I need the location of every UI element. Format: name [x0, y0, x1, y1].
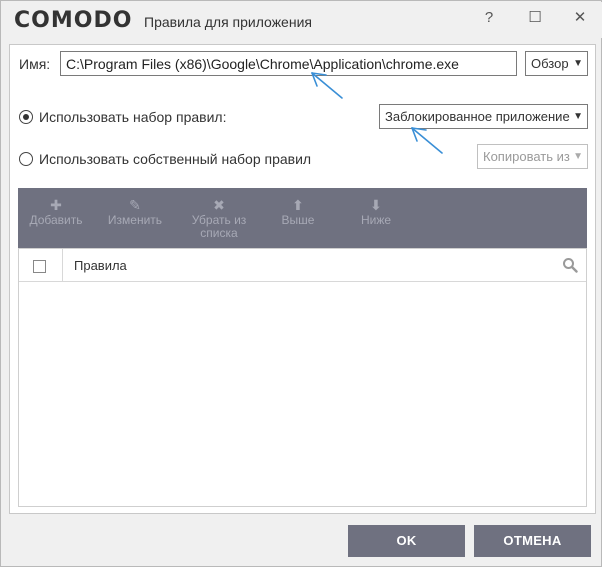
ruleset-dropdown[interactable]: Заблокированное приложение ▼	[379, 104, 588, 129]
grid-header: Правила	[19, 249, 586, 282]
copy-from-label: Копировать из	[483, 149, 570, 164]
remove-rule-button[interactable]: ✖ Убрать из списка	[181, 196, 257, 240]
close-button[interactable]: ✕	[565, 6, 595, 30]
move-down-button[interactable]: ⬇ Ниже	[348, 196, 404, 227]
close-icon: ✖	[213, 197, 225, 213]
search-icon[interactable]	[562, 257, 578, 273]
browse-dropdown[interactable]: Обзор ▼	[525, 51, 588, 76]
app-rules-dialog: COMODO Правила для приложения ? ☐ ✕ Имя:…	[0, 0, 602, 567]
help-button[interactable]: ?	[474, 6, 504, 30]
move-up-button[interactable]: ⬆ Выше	[270, 196, 326, 227]
add-label: Добавить	[29, 213, 83, 227]
copy-from-dropdown[interactable]: Копировать из ▼	[477, 144, 588, 169]
use-custom-ruleset-radio[interactable]	[19, 152, 33, 166]
rules-grid: Правила	[18, 248, 587, 507]
app-path-input[interactable]	[60, 51, 517, 76]
edit-label: Изменить	[107, 213, 163, 227]
chevron-down-icon: ▼	[573, 151, 583, 162]
cancel-button[interactable]: ОТМЕНА	[474, 525, 591, 557]
rules-column-header[interactable]: Правила	[74, 258, 127, 273]
settings-panel: Имя: Обзор ▼ Использовать набор правил: …	[9, 44, 596, 514]
browse-label: Обзор	[531, 56, 569, 71]
chevron-down-icon: ▼	[573, 58, 583, 69]
move-up-label: Выше	[281, 213, 315, 227]
column-divider	[62, 249, 63, 282]
select-all-checkbox[interactable]	[33, 260, 46, 273]
chevron-down-icon: ▼	[573, 111, 583, 122]
rules-toolbar: ✚ Добавить ✎ Изменить ✖ Убрать из списка…	[18, 188, 587, 248]
ruleset-value: Заблокированное приложение	[385, 109, 570, 124]
move-down-label: Ниже	[360, 213, 392, 227]
add-rule-button[interactable]: ✚ Добавить	[26, 196, 86, 227]
arrow-up-icon: ⬆	[292, 197, 304, 213]
comodo-logo: COMODO	[14, 8, 133, 33]
use-custom-ruleset-label: Использовать собственный набор правил	[39, 151, 312, 167]
remove-label-line2: списка	[200, 226, 238, 240]
arrow-down-icon: ⬇	[370, 197, 382, 213]
plus-icon: ✚	[50, 197, 62, 213]
window-title: Правила для приложения	[144, 14, 312, 30]
remove-label-line1: Убрать из	[191, 213, 247, 227]
title-bar: COMODO Правила для приложения ? ☐ ✕	[2, 2, 602, 38]
name-label: Имя:	[19, 56, 51, 72]
maximize-button[interactable]: ☐	[520, 6, 550, 30]
edit-rule-button[interactable]: ✎ Изменить	[104, 196, 166, 227]
ok-button[interactable]: OK	[348, 525, 465, 557]
pencil-icon: ✎	[129, 197, 141, 213]
use-ruleset-radio[interactable]	[19, 110, 33, 124]
use-ruleset-label: Использовать набор правил:	[39, 109, 227, 125]
